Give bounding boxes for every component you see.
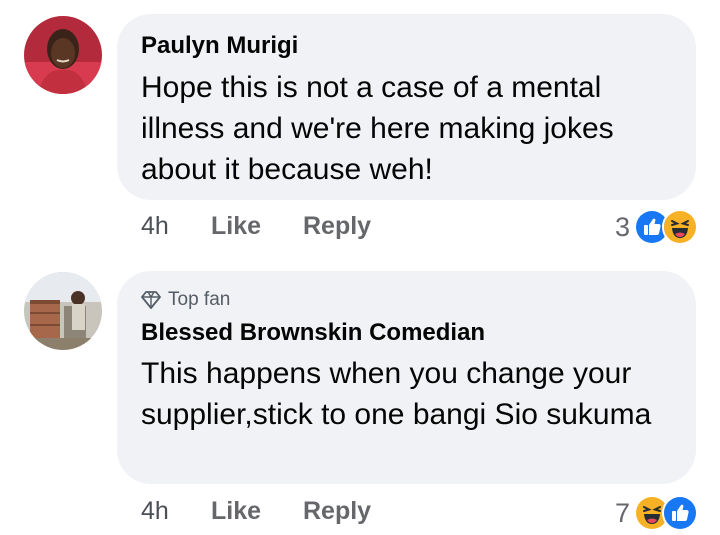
comment-actions: 4h Like Reply: [141, 497, 371, 526]
reaction-summary[interactable]: 3: [615, 209, 698, 245]
comment-author[interactable]: Paulyn Murigi: [141, 32, 298, 60]
comment-bubble: Paulyn Murigi Hope this is not a case of…: [117, 14, 696, 200]
avatar[interactable]: [24, 16, 102, 94]
reply-button[interactable]: Reply: [303, 497, 371, 526]
like-button[interactable]: Like: [211, 497, 303, 526]
top-fan-badge[interactable]: Top fan: [141, 289, 230, 311]
haha-icon: [662, 209, 698, 245]
reaction-count: 3: [614, 211, 630, 242]
reaction-summary[interactable]: 7: [615, 495, 698, 531]
comment-timestamp[interactable]: 4h: [141, 497, 211, 526]
diamond-icon: [141, 291, 161, 309]
comment-author[interactable]: Blessed Brownskin Comedian: [141, 319, 485, 347]
comment-thread: Paulyn Murigi Hope this is not a case of…: [0, 0, 720, 535]
comment-actions: 4h Like Reply: [141, 212, 371, 241]
comment-bubble: Top fan Blessed Brownskin Comedian This …: [117, 271, 696, 484]
like-button[interactable]: Like: [211, 212, 303, 241]
comment-text: Hope this is not a case of a mental illn…: [141, 71, 614, 186]
reaction-count: 7: [614, 497, 630, 528]
avatar[interactable]: [24, 272, 102, 350]
top-fan-label: Top fan: [168, 289, 231, 310]
like-icon: [662, 495, 698, 531]
comment-timestamp[interactable]: 4h: [141, 212, 211, 241]
comment-text: This happens when you change your suppli…: [141, 357, 652, 431]
reply-button[interactable]: Reply: [303, 212, 371, 241]
